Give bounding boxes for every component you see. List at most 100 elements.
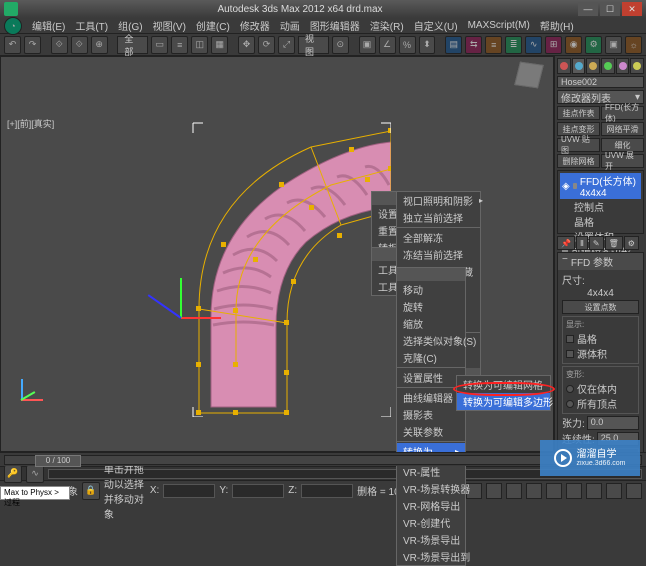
remove-mod-icon[interactable]: 🗑 [605, 236, 623, 250]
menu-animation[interactable]: 动画 [280, 18, 300, 33]
ctx-item[interactable]: VR-场景转换器 [397, 480, 465, 497]
ctx-item[interactable]: 旋转 [397, 298, 465, 315]
zoom-icon[interactable] [566, 483, 582, 499]
render-prod-icon[interactable]: ☼ [625, 36, 642, 54]
ctx-item[interactable]: 设置属性 [397, 369, 465, 386]
coord-y[interactable] [232, 484, 284, 498]
quad-menu-bottomright[interactable]: 移动 旋转 缩放 选择类似对象(S) 克隆(C) 设置属性 曲线编辑器 摄影表 … [396, 267, 466, 566]
display-tab-icon[interactable] [616, 58, 630, 74]
menu-edit[interactable]: 编辑(E) [32, 18, 65, 33]
create-tab-icon[interactable] [557, 58, 571, 74]
percent-snap-icon[interactable]: % [399, 36, 416, 54]
ctx-item[interactable]: 全部解冻 [397, 229, 480, 246]
zoom-all-icon[interactable] [586, 483, 602, 499]
schematic-icon[interactable]: ⊞ [545, 36, 562, 54]
ref-coord-dropdown[interactable]: 视图 [298, 36, 329, 54]
app-menu-icon[interactable]: ◔ [4, 17, 22, 35]
rollout-title[interactable]: FFD 参数 [571, 254, 613, 269]
redo-icon[interactable]: ↷ [24, 36, 41, 54]
pan-icon[interactable] [606, 483, 622, 499]
maximize-button[interactable]: ☐ [600, 2, 620, 16]
ctx-item[interactable]: 选择类似对象(S) [397, 332, 465, 349]
coord-x[interactable] [163, 484, 215, 498]
menu-create[interactable]: 创建(C) [196, 18, 230, 33]
ctx-convert-editable-poly[interactable]: 转换为可编辑多边形 [457, 393, 550, 410]
object-name-field[interactable] [557, 76, 644, 88]
modifier-list-dropdown[interactable]: 修改器列表 [561, 90, 611, 105]
curve-icon[interactable]: ∿ [26, 465, 44, 483]
bind-icon[interactable]: ⊕ [91, 36, 108, 54]
named-sel-icon[interactable]: ▤ [445, 36, 462, 54]
ctx-item[interactable]: 关联参数 [397, 423, 465, 440]
material-icon[interactable]: ◉ [565, 36, 582, 54]
maxscript-listener[interactable]: Max to Physx > 过程 [0, 486, 70, 500]
stack-ffd[interactable]: ◈FFD(长方体) 4x4x4 [560, 173, 641, 199]
ctx-item[interactable]: 移动 [397, 281, 465, 298]
ctx-item[interactable]: VR-创建代 [397, 514, 465, 531]
rotate-icon[interactable]: ⟳ [258, 36, 275, 54]
set-points-button[interactable]: 设置点数 [562, 300, 639, 314]
radio-all-verts[interactable]: 所有顶点 [566, 396, 635, 411]
ctx-item[interactable]: 克隆(C) [397, 349, 465, 366]
menu-render[interactable]: 渲染(R) [370, 18, 404, 33]
pin-stack-icon[interactable]: 📌 [557, 236, 575, 250]
mod-btn[interactable]: FFD(长方体) [601, 106, 644, 120]
time-slider-thumb[interactable]: 0 / 100 [35, 455, 81, 467]
chk-lattice[interactable]: 晶格 [566, 331, 635, 346]
align-icon[interactable]: ≡ [485, 36, 502, 54]
snap-icon[interactable]: ▣ [359, 36, 376, 54]
viewcube[interactable] [517, 63, 547, 93]
link-icon[interactable]: ⟐ [51, 36, 68, 54]
configure-icon[interactable]: ⚙ [624, 236, 639, 250]
convert-submenu[interactable]: 转换为可编辑网格 转换为可编辑多边形 [456, 375, 551, 411]
mod-btn[interactable]: UVW 展开 [601, 154, 644, 168]
ctx-item[interactable]: VR-场景导出到 [397, 548, 465, 565]
chk-source-vol[interactable]: 源体积 [566, 346, 635, 361]
viewport-label[interactable]: [+][前][真实] [7, 117, 54, 130]
ctx-item[interactable]: 冻结当前选择 [397, 246, 480, 263]
mirror-icon[interactable]: ⇆ [465, 36, 482, 54]
layers-icon[interactable]: ≣ [505, 36, 522, 54]
minimize-button[interactable]: — [578, 2, 598, 16]
modify-tab-icon[interactable] [572, 58, 586, 74]
utilities-tab-icon[interactable] [630, 58, 644, 74]
prev-frame-icon[interactable] [486, 483, 502, 499]
window-crossing-icon[interactable]: ▦ [211, 36, 228, 54]
motion-tab-icon[interactable] [601, 58, 615, 74]
ctx-item[interactable]: VR-场景导出 [397, 531, 465, 548]
mod-btn[interactable]: 挂点作表 [557, 106, 600, 120]
scale-icon[interactable]: ⤢ [278, 36, 295, 54]
spinner-snap-icon[interactable]: ⬍ [419, 36, 436, 54]
menu-tools[interactable]: 工具(T) [75, 18, 108, 33]
undo-icon[interactable]: ↶ [4, 36, 21, 54]
angle-snap-icon[interactable]: ∠ [379, 36, 396, 54]
select-name-icon[interactable]: ≡ [171, 36, 188, 54]
ffd-cage[interactable] [81, 87, 391, 417]
modifier-stack[interactable]: ◈FFD(长方体) 4x4x4 控制点 晶格 设置体积 可编辑多边形 [557, 170, 644, 234]
mod-btn[interactable]: 网络平滑 [601, 122, 644, 136]
play-icon[interactable] [506, 483, 522, 499]
menu-views[interactable]: 视图(V) [153, 18, 186, 33]
next-frame-icon[interactable] [526, 483, 542, 499]
ctx-item[interactable]: 转换为可编辑网格 [457, 376, 550, 393]
render-frame-icon[interactable]: ▣ [605, 36, 622, 54]
ctx-item[interactable]: 曲线编辑器 [397, 389, 465, 406]
close-button[interactable]: ✕ [622, 2, 642, 16]
viewport[interactable]: [+][前][真实] [0, 56, 554, 452]
menu-help[interactable]: 帮助(H) [540, 18, 574, 33]
mod-btn[interactable]: 删除网格 [557, 154, 600, 168]
menu-customize[interactable]: 自定义(U) [414, 18, 458, 33]
curve-editor-icon[interactable]: ∿ [525, 36, 542, 54]
goto-end-icon[interactable] [546, 483, 562, 499]
ctx-item[interactable]: 缩放 [397, 315, 465, 332]
move-icon[interactable]: ✥ [238, 36, 255, 54]
menu-modifiers[interactable]: 修改器 [240, 18, 270, 33]
ctx-item[interactable]: 独立当前选择 [397, 209, 480, 226]
tension-spinner[interactable]: 0.0 [587, 416, 639, 430]
menu-maxscript[interactable]: MAXScript(M) [468, 20, 530, 31]
ctx-item[interactable]: 视口照明和阴影▸ [397, 192, 480, 209]
unlink-icon[interactable]: ⟐ [71, 36, 88, 54]
stack-sub[interactable]: 晶格 [560, 214, 641, 229]
stack-sub[interactable]: 控制点 [560, 199, 641, 214]
ctx-item[interactable]: 摄影表 [397, 406, 465, 423]
